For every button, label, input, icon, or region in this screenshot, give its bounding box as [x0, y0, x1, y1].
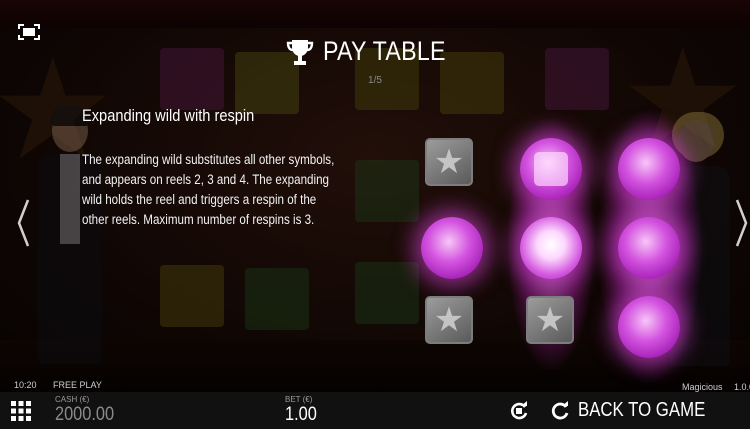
- wild-orb: [520, 138, 582, 200]
- autoplay-button[interactable]: [509, 401, 529, 421]
- next-page-button[interactable]: [735, 198, 749, 248]
- game-name: Magicious: [682, 382, 723, 392]
- autoplay-icon: [511, 401, 528, 420]
- bottom-bar: CASH (€) 2000.00 BET (€) 1.00 BACK TO GA…: [0, 392, 750, 429]
- menu-grid-icon: [11, 401, 31, 421]
- bet-label: BET (€): [285, 395, 313, 404]
- clock: 10:20: [14, 380, 37, 390]
- star-symbol-tile: ★: [526, 296, 574, 344]
- chevron-right-icon: [735, 199, 748, 247]
- info-bar: 10:20 FREE PLAY Magicious 1.0.0: [0, 378, 750, 392]
- chevron-left-icon: [17, 199, 30, 247]
- back-to-game-label: BACK TO GAME: [578, 399, 706, 421]
- wild-orb: [618, 296, 680, 358]
- previous-page-button[interactable]: [16, 198, 30, 248]
- star-symbol-tile: ★: [425, 296, 473, 344]
- cash-label: CASH (€): [55, 395, 90, 404]
- refresh-icon: [550, 400, 570, 421]
- bet-value: 1.00: [285, 404, 317, 425]
- section-heading: Expanding wild with respin: [82, 106, 255, 125]
- play-mode-label: FREE PLAY: [53, 380, 102, 390]
- wild-orb: [618, 217, 680, 279]
- trophy-icon: [285, 37, 315, 67]
- star-symbol-tile: ★: [425, 138, 473, 186]
- section-description: The expanding wild substitutes all other…: [82, 152, 335, 227]
- paytable-header: PAY TABLE: [0, 36, 750, 67]
- wild-orb: [421, 217, 483, 279]
- menu-button[interactable]: [11, 401, 31, 421]
- wild-orb: [520, 217, 582, 279]
- wild-orb: [618, 138, 680, 200]
- page-indicator: 1/5: [368, 75, 382, 86]
- back-to-game-button[interactable]: BACK TO GAME: [550, 392, 740, 429]
- cash-value: 2000.00: [55, 404, 115, 425]
- game-version: 1.0.0: [734, 382, 750, 392]
- page-title: PAY TABLE: [322, 36, 446, 66]
